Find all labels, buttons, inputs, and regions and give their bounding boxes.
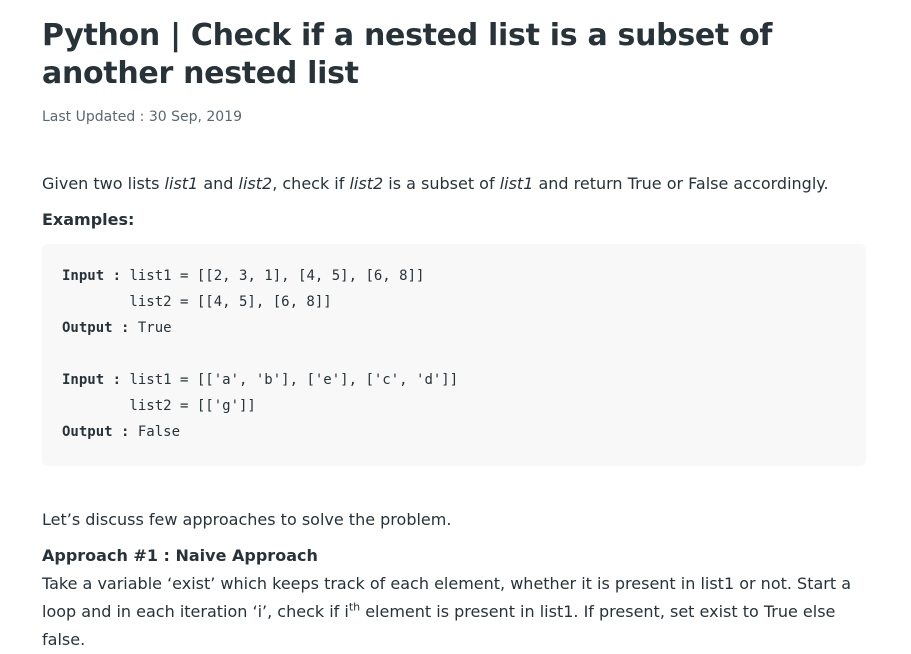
- intro-paragraph: Given two lists list1 and list2, check i…: [42, 170, 868, 198]
- intro-text-3: , check if: [272, 174, 350, 193]
- intro-text-2: and: [198, 174, 239, 193]
- approach-heading: Approach #1 : Naive Approach: [42, 546, 318, 565]
- article: Python | Check if a nested list is a sub…: [42, 0, 868, 654]
- code-line: Output : False: [62, 419, 846, 445]
- code-block: Input : list1 = [[2, 3, 1], [4, 5], [6, …: [42, 244, 866, 466]
- output-label: Output :: [62, 320, 130, 336]
- code-text: False: [129, 424, 181, 440]
- intro-list2: list2: [238, 174, 273, 193]
- code-text: list1 = [[2, 3, 1], [4, 5], [6, 8]]: [121, 268, 425, 284]
- intro-text-4: is a subset of: [383, 174, 500, 193]
- approach-sup: th: [348, 600, 361, 614]
- intro-list1-b: list1: [499, 174, 534, 193]
- code-line: Input : list1 = [['a', 'b'], ['e'], ['c'…: [62, 367, 846, 393]
- approach-paragraph: Take a variable ‘exist’ which keeps trac…: [42, 570, 868, 654]
- intro-text-5: and return True or False accordingly.: [533, 174, 829, 193]
- discuss-paragraph: Let’s discuss few approaches to solve th…: [42, 510, 452, 529]
- last-updated: Last Updated : 30 Sep, 2019: [42, 109, 242, 125]
- input-label: Input :: [62, 268, 122, 284]
- code-line: Output : True: [62, 315, 846, 341]
- code-line: list2 = [['g']]: [62, 398, 256, 414]
- page-title: Python | Check if a nested list is a sub…: [42, 18, 773, 91]
- code-line: list2 = [[4, 5], [6, 8]]: [62, 294, 332, 310]
- code-text: True: [129, 320, 172, 336]
- output-label: Output :: [62, 424, 130, 440]
- code-text: list1 = [['a', 'b'], ['e'], ['c', 'd']]: [121, 372, 459, 388]
- input-label: Input :: [62, 372, 122, 388]
- code-line: Input : list1 = [[2, 3, 1], [4, 5], [6, …: [62, 263, 846, 289]
- examples-heading: Examples:: [42, 210, 135, 229]
- intro-list1: list1: [164, 174, 199, 193]
- intro-list2-b: list2: [349, 174, 384, 193]
- approach-text-2: and in each iteration ‘i’, check if i: [81, 602, 349, 621]
- intro-text-1: Given two lists: [42, 174, 165, 193]
